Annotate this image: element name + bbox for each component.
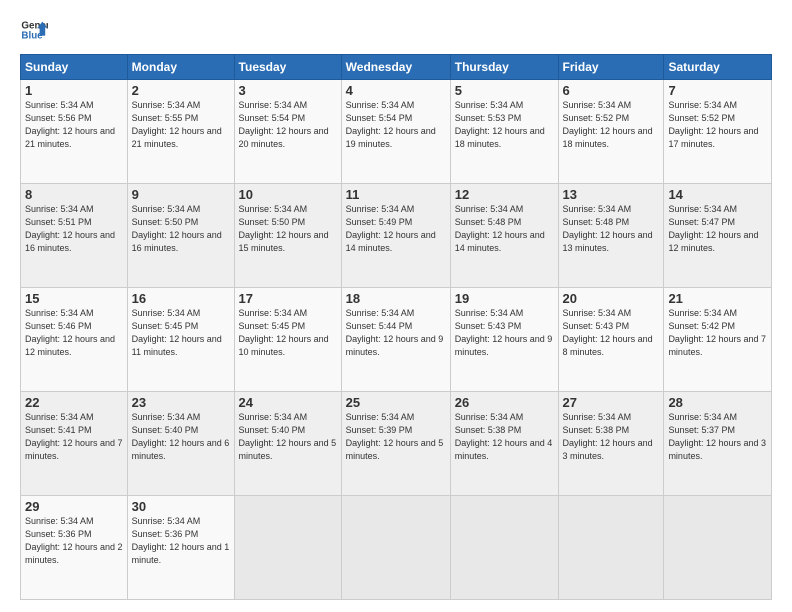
calendar-week-row: 29 Sunrise: 5:34 AMSunset: 5:36 PMDaylig… [21,496,772,600]
table-row: 28 Sunrise: 5:34 AMSunset: 5:37 PMDaylig… [664,392,772,496]
table-row: 29 Sunrise: 5:34 AMSunset: 5:36 PMDaylig… [21,496,128,600]
calendar-week-row: 22 Sunrise: 5:34 AMSunset: 5:41 PMDaylig… [21,392,772,496]
table-row: 17 Sunrise: 5:34 AMSunset: 5:45 PMDaylig… [234,288,341,392]
calendar-table: Sunday Monday Tuesday Wednesday Thursday… [20,54,772,600]
table-row: 15 Sunrise: 5:34 AMSunset: 5:46 PMDaylig… [21,288,128,392]
col-monday: Monday [127,55,234,80]
col-thursday: Thursday [450,55,558,80]
table-row: 11 Sunrise: 5:34 AMSunset: 5:49 PMDaylig… [341,184,450,288]
table-row: 7 Sunrise: 5:34 AMSunset: 5:52 PMDayligh… [664,80,772,184]
calendar-week-row: 1 Sunrise: 5:34 AMSunset: 5:56 PMDayligh… [21,80,772,184]
table-row: 27 Sunrise: 5:34 AMSunset: 5:38 PMDaylig… [558,392,664,496]
col-friday: Friday [558,55,664,80]
empty-cell [558,496,664,600]
table-row: 24 Sunrise: 5:34 AMSunset: 5:40 PMDaylig… [234,392,341,496]
table-row: 26 Sunrise: 5:34 AMSunset: 5:38 PMDaylig… [450,392,558,496]
empty-cell [450,496,558,600]
table-row: 8 Sunrise: 5:34 AMSunset: 5:51 PMDayligh… [21,184,128,288]
logo: General Blue [20,16,48,44]
logo-icon: General Blue [20,16,48,44]
page: General Blue Sunday Monday Tuesday Wedne… [0,0,792,612]
calendar-week-row: 15 Sunrise: 5:34 AMSunset: 5:46 PMDaylig… [21,288,772,392]
empty-cell [234,496,341,600]
col-sunday: Sunday [21,55,128,80]
table-row: 19 Sunrise: 5:34 AMSunset: 5:43 PMDaylig… [450,288,558,392]
table-row: 1 Sunrise: 5:34 AMSunset: 5:56 PMDayligh… [21,80,128,184]
empty-cell [341,496,450,600]
table-row: 16 Sunrise: 5:34 AMSunset: 5:45 PMDaylig… [127,288,234,392]
table-row: 30 Sunrise: 5:34 AMSunset: 5:36 PMDaylig… [127,496,234,600]
table-row: 13 Sunrise: 5:34 AMSunset: 5:48 PMDaylig… [558,184,664,288]
table-row: 25 Sunrise: 5:34 AMSunset: 5:39 PMDaylig… [341,392,450,496]
table-row: 6 Sunrise: 5:34 AMSunset: 5:52 PMDayligh… [558,80,664,184]
calendar-header-row: Sunday Monday Tuesday Wednesday Thursday… [21,55,772,80]
table-row: 10 Sunrise: 5:34 AMSunset: 5:50 PMDaylig… [234,184,341,288]
calendar-week-row: 8 Sunrise: 5:34 AMSunset: 5:51 PMDayligh… [21,184,772,288]
col-saturday: Saturday [664,55,772,80]
table-row: 22 Sunrise: 5:34 AMSunset: 5:41 PMDaylig… [21,392,128,496]
table-row: 18 Sunrise: 5:34 AMSunset: 5:44 PMDaylig… [341,288,450,392]
empty-cell [664,496,772,600]
col-wednesday: Wednesday [341,55,450,80]
table-row: 2 Sunrise: 5:34 AMSunset: 5:55 PMDayligh… [127,80,234,184]
col-tuesday: Tuesday [234,55,341,80]
table-row: 14 Sunrise: 5:34 AMSunset: 5:47 PMDaylig… [664,184,772,288]
table-row: 5 Sunrise: 5:34 AMSunset: 5:53 PMDayligh… [450,80,558,184]
table-row: 9 Sunrise: 5:34 AMSunset: 5:50 PMDayligh… [127,184,234,288]
table-row: 20 Sunrise: 5:34 AMSunset: 5:43 PMDaylig… [558,288,664,392]
table-row: 21 Sunrise: 5:34 AMSunset: 5:42 PMDaylig… [664,288,772,392]
table-row: 12 Sunrise: 5:34 AMSunset: 5:48 PMDaylig… [450,184,558,288]
table-row: 4 Sunrise: 5:34 AMSunset: 5:54 PMDayligh… [341,80,450,184]
header: General Blue [20,16,772,44]
table-row: 3 Sunrise: 5:34 AMSunset: 5:54 PMDayligh… [234,80,341,184]
table-row: 23 Sunrise: 5:34 AMSunset: 5:40 PMDaylig… [127,392,234,496]
